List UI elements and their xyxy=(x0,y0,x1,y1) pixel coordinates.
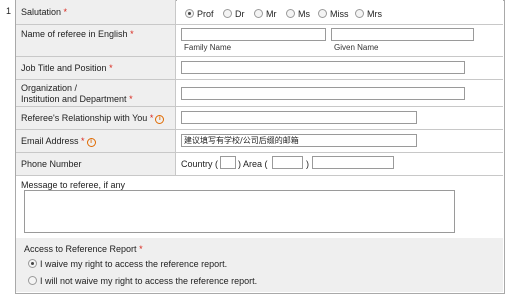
name-row: Name of referee in English * Family Name… xyxy=(16,25,503,57)
radio-icon[interactable] xyxy=(286,9,295,18)
phone-label: Phone Number xyxy=(21,159,82,169)
phone-number-input[interactable] xyxy=(312,156,394,169)
info-icon[interactable]: i xyxy=(86,138,96,147)
organization-label-line1: Organization / xyxy=(21,83,78,93)
required-marker: * xyxy=(130,29,134,39)
job-row: Job Title and Position * xyxy=(16,57,503,80)
phone-fields: Country ( ) Area ( ) xyxy=(177,153,503,175)
salutation-label-cell: Salutation * xyxy=(16,0,176,24)
given-name-input[interactable] xyxy=(331,28,474,41)
job-label: Job Title and Position * xyxy=(21,63,113,74)
email-label-text: Email Address xyxy=(21,136,79,146)
access-option-not-waive[interactable]: I will not waive my right to access the … xyxy=(28,276,257,286)
option-label: Dr xyxy=(235,9,245,19)
email-row: Email Address * i 建议填写有学校/公司后缀的邮箱 xyxy=(16,130,503,153)
radio-icon[interactable] xyxy=(223,9,232,18)
salutation-option-prof[interactable]: Prof xyxy=(185,9,214,19)
country-code-label: Country ( xyxy=(181,159,219,169)
salutation-option-dr[interactable]: Dr xyxy=(223,9,245,19)
option-label: Mrs xyxy=(367,9,382,19)
job-field xyxy=(177,57,503,79)
organization-label-line2: Institution and Department xyxy=(21,94,127,104)
required-marker: * xyxy=(129,94,133,104)
email-input[interactable]: 建议填写有学校/公司后缀的邮箱 xyxy=(181,134,417,147)
message-label: Message to referee, if any xyxy=(21,180,126,190)
option-label: I will not waive my right to access the … xyxy=(40,276,258,286)
given-name-caption: Given Name xyxy=(334,43,379,52)
radio-selected-icon[interactable] xyxy=(185,9,194,18)
relationship-input[interactable] xyxy=(181,111,417,124)
family-name-input[interactable] xyxy=(181,28,326,41)
country-code-input[interactable] xyxy=(220,156,236,169)
option-label: Mr xyxy=(266,9,277,19)
required-marker: * xyxy=(139,244,143,254)
job-title-input[interactable] xyxy=(181,61,465,74)
relationship-label-cell: Referee's Relationship with You * i xyxy=(16,107,176,129)
job-label-cell: Job Title and Position * xyxy=(16,57,176,79)
access-label-text: Access to Reference Report xyxy=(24,244,137,254)
required-marker: * xyxy=(149,113,154,123)
access-label: Access to Reference Report * xyxy=(24,244,143,254)
organization-input[interactable] xyxy=(181,87,465,100)
name-label: Name of referee in English * xyxy=(21,29,134,40)
option-label: Miss xyxy=(330,9,349,19)
salutation-label-text: Salutation xyxy=(21,7,62,17)
salutation-label: Salutation * xyxy=(21,7,67,18)
email-label: Email Address * i xyxy=(21,136,96,147)
radio-icon[interactable] xyxy=(355,9,364,18)
phone-row: Phone Number Country ( ) Area ( ) xyxy=(16,153,503,176)
name-fields: Family Name Given Name xyxy=(177,25,503,56)
phone-label-cell: Phone Number xyxy=(16,153,176,175)
info-icon[interactable]: i xyxy=(155,115,165,124)
salutation-options: Prof Dr Mr Ms Miss Mrs xyxy=(177,0,503,24)
relationship-label-text: Referee's Relationship with You xyxy=(21,113,148,123)
access-section: Access to Reference Report * I waive my … xyxy=(16,238,503,292)
option-label: Prof xyxy=(197,9,214,19)
email-field: 建议填写有学校/公司后缀的邮箱 xyxy=(177,130,503,152)
salutation-option-ms[interactable]: Ms xyxy=(286,9,310,19)
radio-icon[interactable] xyxy=(254,9,263,18)
organization-label-cell: Organization / Institution and Departmen… xyxy=(16,80,176,106)
email-label-cell: Email Address * i xyxy=(16,130,176,152)
salutation-option-mr[interactable]: Mr xyxy=(254,9,277,19)
area-code-label: Area ( xyxy=(243,159,268,169)
radio-selected-icon[interactable] xyxy=(28,259,37,268)
option-label: Ms xyxy=(298,9,310,19)
radio-icon[interactable] xyxy=(28,276,37,285)
relationship-field xyxy=(177,107,503,129)
area-code-input[interactable] xyxy=(272,156,303,169)
relationship-row: Referee's Relationship with You * i xyxy=(16,107,503,130)
required-marker: * xyxy=(63,7,68,17)
radio-icon[interactable] xyxy=(318,9,327,18)
salutation-option-mrs[interactable]: Mrs xyxy=(355,9,382,19)
relationship-label: Referee's Relationship with You * i xyxy=(21,113,165,124)
salutation-row: Salutation * Prof Dr Mr Ms Miss Mrs xyxy=(16,0,503,25)
organization-row: Organization / Institution and Departmen… xyxy=(16,80,503,107)
access-option-waive[interactable]: I waive my right to access the reference… xyxy=(28,259,227,269)
family-name-caption: Family Name xyxy=(184,43,232,52)
option-label: I waive my right to access the reference… xyxy=(40,259,228,269)
area-code-close: ) xyxy=(306,159,309,169)
salutation-option-miss[interactable]: Miss xyxy=(318,9,349,19)
name-label-cell: Name of referee in English * xyxy=(16,25,176,56)
organization-field xyxy=(177,80,503,106)
name-label-text: Name of referee in English xyxy=(21,29,128,39)
country-code-close: ) xyxy=(238,159,241,169)
row-number-column: 1 xyxy=(0,0,16,294)
organization-label: Organization / Institution and Departmen… xyxy=(21,83,133,105)
job-label-text: Job Title and Position xyxy=(21,63,107,73)
required-marker: * xyxy=(81,136,85,146)
message-textarea[interactable] xyxy=(24,190,455,233)
row-number: 1 xyxy=(6,6,12,16)
required-marker: * xyxy=(109,63,113,73)
